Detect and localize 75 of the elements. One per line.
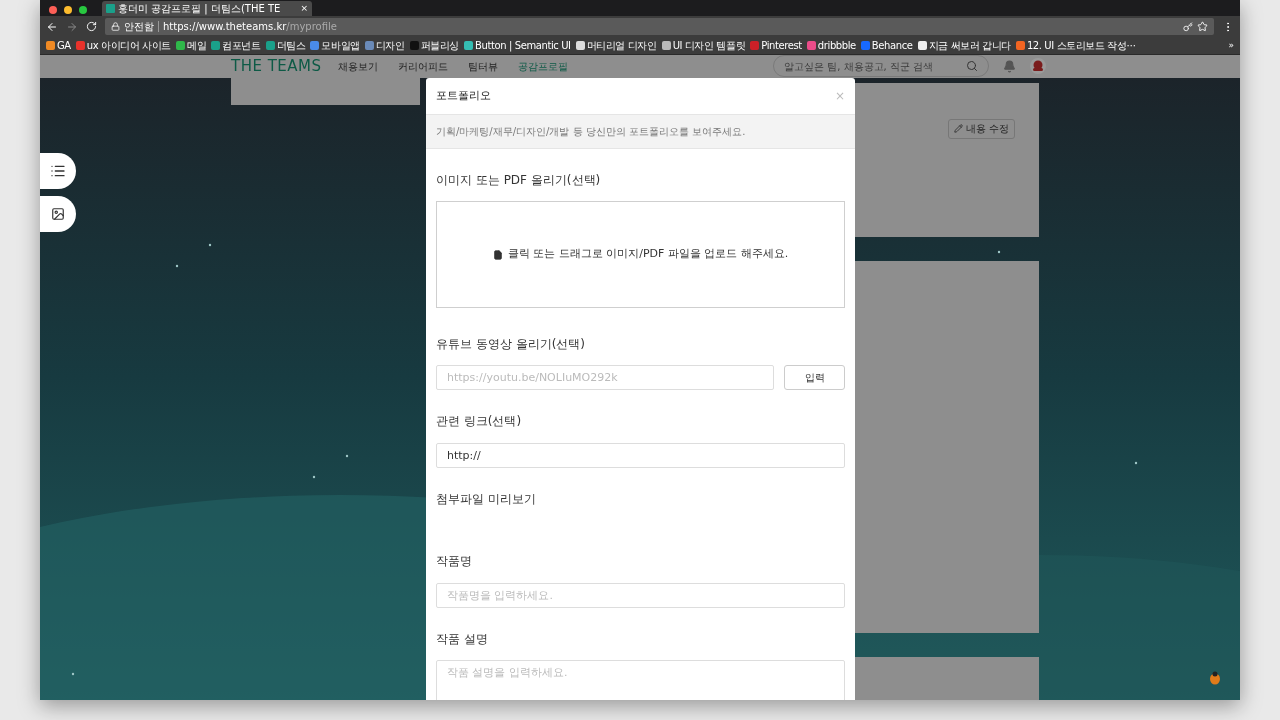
field-label: 이미지 또는 PDF 올리기(선택) bbox=[436, 172, 602, 189]
bookmark-label: 메일 bbox=[187, 39, 207, 53]
reload-icon[interactable] bbox=[86, 21, 97, 32]
bookmark-label: Behance bbox=[871, 39, 913, 53]
bookmark-label: dribbble bbox=[817, 39, 856, 53]
edit-content-button[interactable]: 내용 수정 bbox=[947, 118, 1015, 139]
tab-close-button[interactable]: × bbox=[300, 1, 308, 16]
section-heading: 첨부파일 미리보기 bbox=[436, 491, 537, 508]
submit-button[interactable]: 입력 bbox=[784, 365, 845, 390]
bookmark-star-icon[interactable] bbox=[1197, 21, 1208, 32]
bookmark-item[interactable]: 12. UI 스토리보드 작성⋯ bbox=[1015, 38, 1137, 53]
address-bar[interactable]: 안전함 https://www.theteams.kr/myprofile bbox=[105, 18, 1214, 35]
bookmark-item[interactable]: Behance bbox=[860, 38, 913, 53]
bookmark-label: 디자인 bbox=[375, 39, 405, 53]
list-view-button[interactable] bbox=[40, 153, 76, 189]
upload-hint: 클릭 또는 드래그로 이미지/PDF 파일을 업로드 해주세요. bbox=[507, 246, 789, 263]
bookmark-item[interactable]: 디자인 bbox=[364, 38, 405, 53]
secure-label: 안전함 bbox=[124, 20, 154, 34]
bookmark-item[interactable]: 메일 bbox=[176, 38, 207, 53]
bookmark-label: 퍼블리싱 bbox=[420, 39, 460, 53]
bug-icon[interactable] bbox=[1208, 671, 1222, 685]
bookmark-item[interactable]: 모바일앱 bbox=[310, 38, 360, 53]
bookmark-item[interactable]: ux 아이디어 사이트 bbox=[75, 38, 171, 53]
text-field[interactable]: http:// bbox=[436, 443, 845, 468]
more-bookmarks-button[interactable]: » bbox=[1228, 38, 1234, 53]
image-icon bbox=[51, 207, 65, 221]
bookmark-item[interactable]: Button | Semantic UI bbox=[464, 38, 571, 53]
avatar-icon[interactable] bbox=[1030, 58, 1046, 75]
bookmark-label: 더팀스 bbox=[276, 39, 306, 53]
file-icon bbox=[492, 249, 503, 260]
nav-link[interactable]: 커리어피드 bbox=[397, 58, 448, 74]
bookmark-label: UI 디자인 템플릿 bbox=[672, 39, 746, 53]
upload-dropzone[interactable]: 클릭 또는 드래그로 이미지/PDF 파일을 업로드 해주세요. bbox=[436, 201, 845, 308]
back-icon[interactable] bbox=[46, 20, 58, 33]
field-label: 관련 링크(선택) bbox=[436, 413, 523, 430]
image-view-button[interactable] bbox=[40, 196, 76, 232]
field-label: 작품 설명 bbox=[436, 631, 489, 648]
nav-link[interactable]: 채용보기 bbox=[337, 58, 378, 74]
bookmark-label: GA bbox=[57, 39, 71, 53]
bookmark-item[interactable]: UI 디자인 템플릿 bbox=[661, 38, 746, 53]
bookmark-label: 모바일앱 bbox=[321, 39, 360, 53]
browser-tab[interactable]: 홍더미 공감프로필 | 더팀스(THE TE × bbox=[102, 1, 312, 16]
video-url-field[interactable]: https://youtu.be/NOLIuMO292k bbox=[436, 365, 774, 390]
field-label: 작품명 bbox=[436, 553, 473, 570]
search-icon[interactable] bbox=[966, 60, 978, 73]
favicon-icon bbox=[106, 4, 115, 13]
bookmark-item[interactable]: Pinterest bbox=[750, 38, 802, 53]
description-field[interactable]: 작품 설명을 입력하세요. bbox=[436, 660, 845, 700]
url-text: https://www.theteams.kr/myprofile bbox=[163, 20, 337, 34]
text-field[interactable]: 작품명을 입력하세요. bbox=[436, 583, 845, 608]
bookmark-item[interactable]: 컴포넌트 bbox=[211, 38, 261, 53]
pencil-icon bbox=[953, 124, 963, 133]
modal-title: 포트폴리오 bbox=[436, 87, 491, 104]
bookmark-label: Pinterest bbox=[761, 39, 802, 53]
window-controls[interactable] bbox=[48, 5, 88, 15]
bookmark-label: 지금 써보러 갑니다 bbox=[928, 39, 1011, 53]
intro-text: 기획/마케팅/재무/디자인/개발 등 당신만의 포트폴리오를 보여주세요. bbox=[436, 125, 746, 139]
bookmark-label: ux 아이디어 사이트 bbox=[86, 39, 171, 53]
bookmark-item[interactable]: dribbble bbox=[806, 38, 856, 53]
lock-icon bbox=[111, 22, 120, 31]
search-placeholder: 알고싶은 팀, 채용공고, 직군 검색 bbox=[784, 59, 934, 74]
bookmark-item[interactable]: 지금 써보러 갑니다 bbox=[917, 38, 1011, 53]
bookmark-item[interactable]: 퍼블리싱 bbox=[409, 38, 460, 53]
bookmark-label: 12. UI 스토리보드 작성⋯ bbox=[1026, 39, 1137, 53]
bookmark-label: Button | Semantic UI bbox=[475, 39, 571, 53]
bookmark-label: 컴포넌트 bbox=[222, 39, 261, 53]
key-icon[interactable] bbox=[1183, 21, 1193, 32]
nav-link[interactable]: 팀터뷰 bbox=[467, 58, 498, 74]
bookmark-item[interactable]: GA bbox=[46, 38, 71, 53]
tab-title: 홍더미 공감프로필 | 더팀스(THE TE bbox=[118, 2, 281, 15]
list-icon bbox=[50, 163, 66, 179]
field-label: 유튜브 동영상 올리기(선택) bbox=[436, 336, 586, 353]
bookmark-item[interactable]: 머티리얼 디자인 bbox=[575, 38, 657, 53]
bookmark-item[interactable]: 더팀스 bbox=[265, 38, 306, 53]
bookmark-label: 머티리얼 디자인 bbox=[586, 39, 657, 53]
